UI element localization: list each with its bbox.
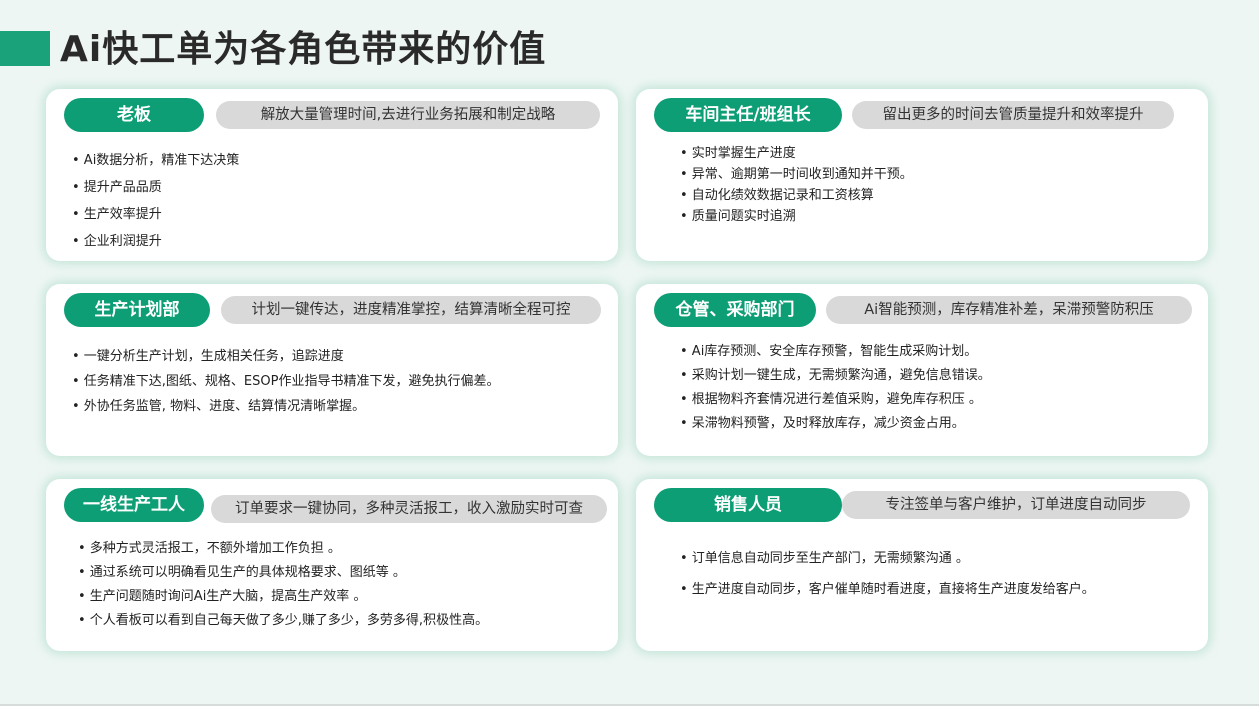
value-pill-warehouse-purchasing: Ai智能预测，库存精准补差，呆滞预警防积压 (826, 296, 1192, 324)
role-pill-workshop-director: 车间主任/班组长 (654, 98, 842, 132)
value-pill-sales: 专注签单与客户维护，订单进度自动同步 (842, 491, 1190, 519)
role-pill-sales: 销售人员 (654, 488, 842, 522)
points-list-workshop-director: • 实时掌握生产进度 • 异常、逾期第一时间收到通知并干预。 • 自动化绩效数据… (680, 143, 913, 227)
list-item: • 提升产品品质 (72, 180, 162, 195)
card-warehouse-purchasing: 仓管、采购部门 Ai智能预测，库存精准补差，呆滞预警防积压 • Ai库存预测、安… (636, 284, 1208, 456)
list-item: • 自动化绩效数据记录和工资核算 (680, 188, 874, 203)
title-accent-bar (0, 31, 50, 66)
list-item: • 实时掌握生产进度 (680, 146, 796, 161)
list-item: • 质量问题实时追溯 (680, 209, 796, 224)
page-title: Ai快工单为各角色带来的价值 (60, 29, 547, 70)
card-boss: 老板 解放大量管理时间,去进行业务拓展和制定战略 • Ai数据分析，精准下达决策… (46, 89, 618, 261)
value-pill-frontline-workers: 订单要求一键协同，多种灵活报工，收入激励实时可查 (211, 495, 607, 523)
card-frontline-workers: 一线生产工人 订单要求一键协同，多种灵活报工，收入激励实时可查 • 多种方式灵活… (46, 479, 618, 651)
points-list-boss: • Ai数据分析，精准下达决策 • 提升产品品质 • 生产效率提升 • 企业利润… (72, 147, 239, 255)
card-sales: 销售人员 专注签单与客户维护，订单进度自动同步 • 订单信息自动同步至生产部门，… (636, 479, 1208, 651)
list-item: • 一键分析生产计划，生成相关任务，追踪进度 (72, 349, 344, 364)
list-item: • Ai库存预测、安全库存预警，智能生成采购计划。 (680, 344, 978, 359)
list-item: • 生产进度自动同步，客户催单随时看进度，直接将生产进度发给客户。 (680, 582, 1095, 597)
list-item: • 多种方式灵活报工，不额外增加工作负担 。 (78, 541, 341, 556)
list-item: • 企业利润提升 (72, 234, 162, 249)
list-item: • 采购计划一键生成，无需频繁沟通，避免信息错误。 (680, 368, 991, 383)
role-pill-warehouse-purchasing: 仓管、采购部门 (654, 293, 816, 327)
list-item: • 通过系统可以明确看见生产的具体规格要求、图纸等 。 (78, 565, 406, 580)
role-pill-frontline-workers: 一线生产工人 (64, 488, 204, 522)
list-item: • 根据物料齐套情况进行差值采购，避免库存积压 。 (680, 392, 982, 407)
list-item: • 个人看板可以看到自己每天做了多少,赚了多少，多劳多得,积极性高。 (78, 613, 489, 628)
role-pill-boss: 老板 (64, 98, 204, 132)
points-list-warehouse-purchasing: • Ai库存预测、安全库存预警，智能生成采购计划。 • 采购计划一键生成，无需频… (680, 340, 991, 436)
card-production-planning: 生产计划部 计划一键传达，进度精准掌控，结算清晰全程可控 • 一键分析生产计划，… (46, 284, 618, 456)
list-item: • 外协任务监管, 物料、进度、结算情况清晰掌握。 (72, 399, 366, 414)
list-item: • 呆滞物料预警，及时释放库存，减少资金占用。 (680, 416, 965, 431)
role-pill-production-planning: 生产计划部 (64, 293, 210, 327)
value-pill-workshop-director: 留出更多的时间去管质量提升和效率提升 (852, 101, 1174, 129)
list-item: • 订单信息自动同步至生产部门，无需频繁沟通 。 (680, 551, 969, 566)
points-list-production-planning: • 一键分析生产计划，生成相关任务，追踪进度 • 任务精准下达,图纸、规格、ES… (72, 344, 499, 419)
value-pill-boss: 解放大量管理时间,去进行业务拓展和制定战略 (216, 101, 600, 129)
list-item: • 生产问题随时询问Ai生产大脑，提高生产效率 。 (78, 589, 367, 604)
list-item: • 任务精准下达,图纸、规格、ESOP作业指导书精准下发，避免执行偏差。 (72, 374, 500, 389)
list-item: • Ai数据分析，精准下达决策 (72, 153, 240, 168)
value-pill-production-planning: 计划一键传达，进度精准掌控，结算清晰全程可控 (221, 296, 601, 324)
points-list-frontline-workers: • 多种方式灵活报工，不额外增加工作负担 。 • 通过系统可以明确看见生产的具体… (78, 537, 488, 633)
card-workshop-director: 车间主任/班组长 留出更多的时间去管质量提升和效率提升 • 实时掌握生产进度 •… (636, 89, 1208, 261)
list-item: • 异常、逾期第一时间收到通知并干预。 (680, 167, 913, 182)
points-list-sales: • 订单信息自动同步至生产部门，无需频繁沟通 。 • 生产进度自动同步，客户催单… (680, 543, 1095, 605)
list-item: • 生产效率提升 (72, 207, 162, 222)
